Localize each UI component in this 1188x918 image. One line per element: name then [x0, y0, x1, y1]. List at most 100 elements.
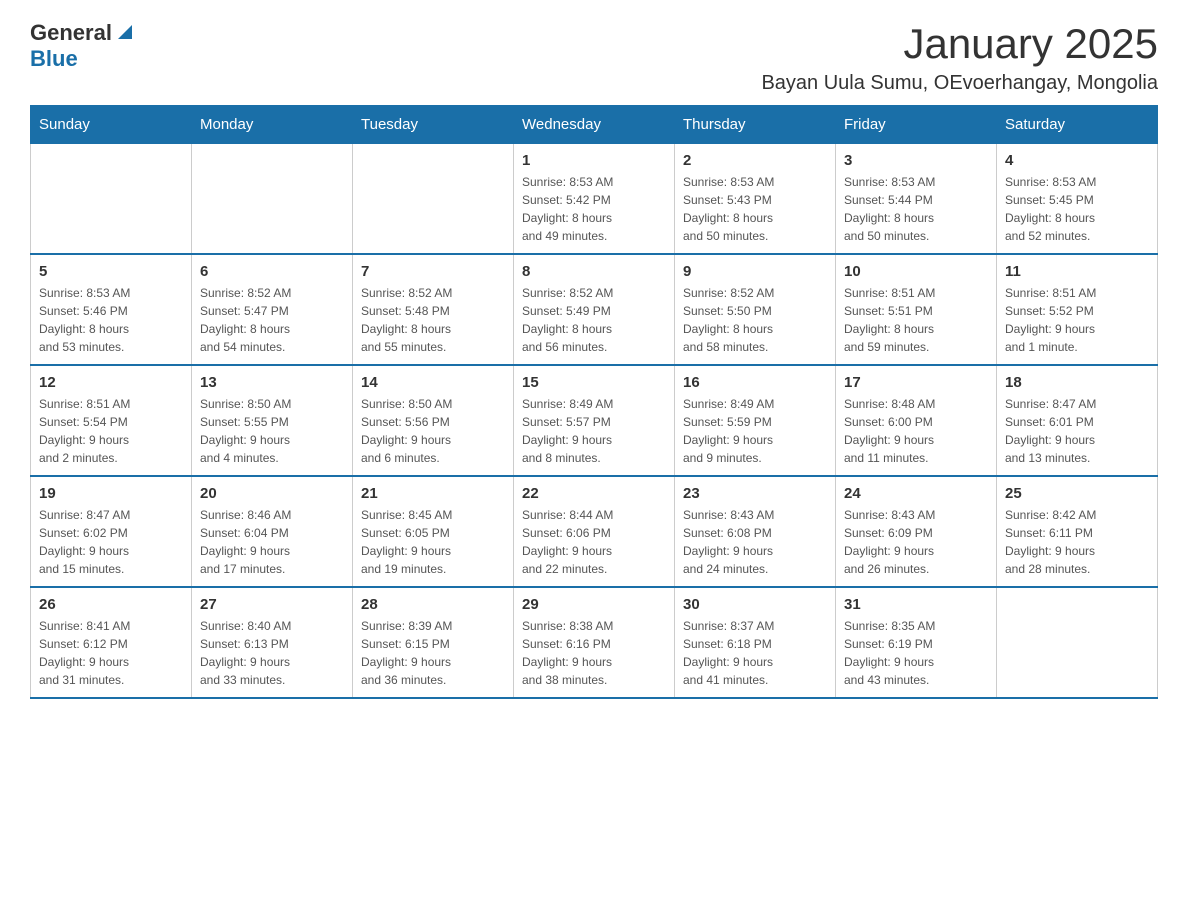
day-info: Sunrise: 8:48 AM Sunset: 6:00 PM Dayligh…: [844, 395, 988, 467]
calendar-day-20: 20 Sunrise: 8:46 AM Sunset: 6:04 PM Dayli…: [192, 476, 353, 587]
day-info: Sunrise: 8:47 AM Sunset: 6:01 PM Dayligh…: [1005, 395, 1149, 467]
day-number: 14: [361, 374, 505, 391]
day-number: 10: [844, 263, 988, 280]
title-section: January 2025 Bayan Uula Sumu, OEvoerhang…: [761, 20, 1158, 95]
day-info: Sunrise: 8:50 AM Sunset: 5:56 PM Dayligh…: [361, 395, 505, 467]
day-info: Sunrise: 8:49 AM Sunset: 5:59 PM Dayligh…: [683, 395, 827, 467]
calendar-week-row: 26 Sunrise: 8:41 AM Sunset: 6:12 PM Dayli…: [31, 587, 1158, 698]
calendar-day-7: 7 Sunrise: 8:52 AM Sunset: 5:48 PM Daylig…: [353, 254, 514, 365]
day-number: 11: [1005, 263, 1149, 280]
calendar-day-15: 15Sunrise: 8:49 AM Sunset: 5:57 PM Dayli…: [514, 365, 675, 476]
logo-wordmark: General Blue: [30, 20, 136, 72]
calendar-day-26: 26 Sunrise: 8:41 AM Sunset: 6:12 PM Dayli…: [31, 587, 192, 698]
day-info: Sunrise: 8:51 AM Sunset: 5:54 PM Dayligh…: [39, 395, 183, 467]
calendar-week-row: 19 Sunrise: 8:47 AM Sunset: 6:02 PM Dayli…: [31, 476, 1158, 587]
calendar-day-25: 25 Sunrise: 8:42 AM Sunset: 6:11 PM Dayli…: [997, 476, 1158, 587]
day-number: 31: [844, 596, 988, 613]
calendar-day-24: 24 Sunrise: 8:43 AM Sunset: 6:09 PM Dayli…: [836, 476, 997, 587]
day-info: Sunrise: 8:53 AM Sunset: 5:42 PM Dayligh…: [522, 173, 666, 245]
logo-general: General: [30, 20, 112, 46]
calendar-day-6: 6Sunrise: 8:52 AM Sunset: 5:47 PM Daylig…: [192, 254, 353, 365]
weekday-header-sunday: Sunday: [31, 106, 192, 144]
calendar-day-22: 22Sunrise: 8:44 AM Sunset: 6:06 PM Dayli…: [514, 476, 675, 587]
logo: General Blue: [30, 20, 136, 72]
calendar-day-5: 5 Sunrise: 8:53 AM Sunset: 5:46 PM Daylig…: [31, 254, 192, 365]
calendar-week-row: 12 Sunrise: 8:51 AM Sunset: 5:54 PM Dayli…: [31, 365, 1158, 476]
calendar-empty-cell: [192, 144, 353, 255]
day-info: Sunrise: 8:51 AM Sunset: 5:52 PM Dayligh…: [1005, 284, 1149, 356]
day-number: 4: [1005, 152, 1149, 169]
calendar-day-13: 13 Sunrise: 8:50 AM Sunset: 5:55 PM Dayli…: [192, 365, 353, 476]
day-number: 29: [522, 596, 666, 613]
day-info: Sunrise: 8:41 AM Sunset: 6:12 PM Dayligh…: [39, 617, 183, 689]
day-number: 16: [683, 374, 827, 391]
day-info: Sunrise: 8:50 AM Sunset: 5:55 PM Dayligh…: [200, 395, 344, 467]
weekday-header-saturday: Saturday: [997, 106, 1158, 144]
day-info: Sunrise: 8:43 AM Sunset: 6:09 PM Dayligh…: [844, 506, 988, 578]
day-number: 19: [39, 485, 183, 502]
calendar-day-17: 17 Sunrise: 8:48 AM Sunset: 6:00 PM Dayli…: [836, 365, 997, 476]
day-number: 7: [361, 263, 505, 280]
calendar-day-16: 16 Sunrise: 8:49 AM Sunset: 5:59 PM Dayli…: [675, 365, 836, 476]
day-info: Sunrise: 8:52 AM Sunset: 5:48 PM Dayligh…: [361, 284, 505, 356]
calendar-empty-cell: [31, 144, 192, 255]
weekday-header-monday: Monday: [192, 106, 353, 144]
logo-blue: Blue: [30, 46, 78, 71]
calendar-day-21: 21Sunrise: 8:45 AM Sunset: 6:05 PM Dayli…: [353, 476, 514, 587]
calendar-day-11: 11 Sunrise: 8:51 AM Sunset: 5:52 PM Dayli…: [997, 254, 1158, 365]
day-number: 18: [1005, 374, 1149, 391]
day-number: 2: [683, 152, 827, 169]
day-number: 1: [522, 152, 666, 169]
calendar-day-28: 28 Sunrise: 8:39 AM Sunset: 6:15 PM Dayli…: [353, 587, 514, 698]
day-number: 8: [522, 263, 666, 280]
calendar-day-18: 18 Sunrise: 8:47 AM Sunset: 6:01 PM Dayli…: [997, 365, 1158, 476]
day-info: Sunrise: 8:52 AM Sunset: 5:50 PM Dayligh…: [683, 284, 827, 356]
weekday-header-wednesday: Wednesday: [514, 106, 675, 144]
calendar-day-1: 1 Sunrise: 8:53 AM Sunset: 5:42 PM Daylig…: [514, 144, 675, 255]
calendar-day-14: 14 Sunrise: 8:50 AM Sunset: 5:56 PM Dayli…: [353, 365, 514, 476]
day-info: Sunrise: 8:52 AM Sunset: 5:47 PM Dayligh…: [200, 284, 344, 356]
calendar-day-29: 29 Sunrise: 8:38 AM Sunset: 6:16 PM Dayli…: [514, 587, 675, 698]
day-number: 24: [844, 485, 988, 502]
calendar-day-10: 10 Sunrise: 8:51 AM Sunset: 5:51 PM Dayli…: [836, 254, 997, 365]
day-info: Sunrise: 8:37 AM Sunset: 6:18 PM Dayligh…: [683, 617, 827, 689]
calendar-day-23: 23Sunrise: 8:43 AM Sunset: 6:08 PM Dayli…: [675, 476, 836, 587]
day-info: Sunrise: 8:42 AM Sunset: 6:11 PM Dayligh…: [1005, 506, 1149, 578]
day-number: 25: [1005, 485, 1149, 502]
day-number: 26: [39, 596, 183, 613]
day-info: Sunrise: 8:39 AM Sunset: 6:15 PM Dayligh…: [361, 617, 505, 689]
day-info: Sunrise: 8:46 AM Sunset: 6:04 PM Dayligh…: [200, 506, 344, 578]
calendar-day-8: 8 Sunrise: 8:52 AM Sunset: 5:49 PM Daylig…: [514, 254, 675, 365]
calendar-day-31: 31Sunrise: 8:35 AM Sunset: 6:19 PM Dayli…: [836, 587, 997, 698]
day-info: Sunrise: 8:47 AM Sunset: 6:02 PM Dayligh…: [39, 506, 183, 578]
calendar-day-9: 9Sunrise: 8:52 AM Sunset: 5:50 PM Daylig…: [675, 254, 836, 365]
calendar-title: January 2025: [761, 20, 1158, 68]
calendar-header: SundayMondayTuesdayWednesdayThursdayFrid…: [31, 106, 1158, 144]
day-number: 23: [683, 485, 827, 502]
day-info: Sunrise: 8:53 AM Sunset: 5:46 PM Dayligh…: [39, 284, 183, 356]
calendar-table: SundayMondayTuesdayWednesdayThursdayFrid…: [30, 105, 1158, 699]
day-number: 20: [200, 485, 344, 502]
day-info: Sunrise: 8:53 AM Sunset: 5:43 PM Dayligh…: [683, 173, 827, 245]
day-number: 13: [200, 374, 344, 391]
calendar-day-19: 19 Sunrise: 8:47 AM Sunset: 6:02 PM Dayli…: [31, 476, 192, 587]
weekday-header-row: SundayMondayTuesdayWednesdayThursdayFrid…: [31, 106, 1158, 144]
calendar-subtitle: Bayan Uula Sumu, OEvoerhangay, Mongolia: [761, 72, 1158, 95]
calendar-day-27: 27 Sunrise: 8:40 AM Sunset: 6:13 PM Dayli…: [192, 587, 353, 698]
day-info: Sunrise: 8:52 AM Sunset: 5:49 PM Dayligh…: [522, 284, 666, 356]
day-number: 28: [361, 596, 505, 613]
calendar-day-3: 3Sunrise: 8:53 AM Sunset: 5:44 PM Daylig…: [836, 144, 997, 255]
calendar-empty-cell: [997, 587, 1158, 698]
day-number: 5: [39, 263, 183, 280]
day-number: 17: [844, 374, 988, 391]
calendar-week-row: 1 Sunrise: 8:53 AM Sunset: 5:42 PM Daylig…: [31, 144, 1158, 255]
day-info: Sunrise: 8:38 AM Sunset: 6:16 PM Dayligh…: [522, 617, 666, 689]
calendar-day-2: 2 Sunrise: 8:53 AM Sunset: 5:43 PM Daylig…: [675, 144, 836, 255]
calendar-week-row: 5 Sunrise: 8:53 AM Sunset: 5:46 PM Daylig…: [31, 254, 1158, 365]
logo-triangle-icon: [114, 21, 136, 43]
day-info: Sunrise: 8:40 AM Sunset: 6:13 PM Dayligh…: [200, 617, 344, 689]
day-info: Sunrise: 8:51 AM Sunset: 5:51 PM Dayligh…: [844, 284, 988, 356]
day-number: 12: [39, 374, 183, 391]
day-number: 22: [522, 485, 666, 502]
day-number: 27: [200, 596, 344, 613]
